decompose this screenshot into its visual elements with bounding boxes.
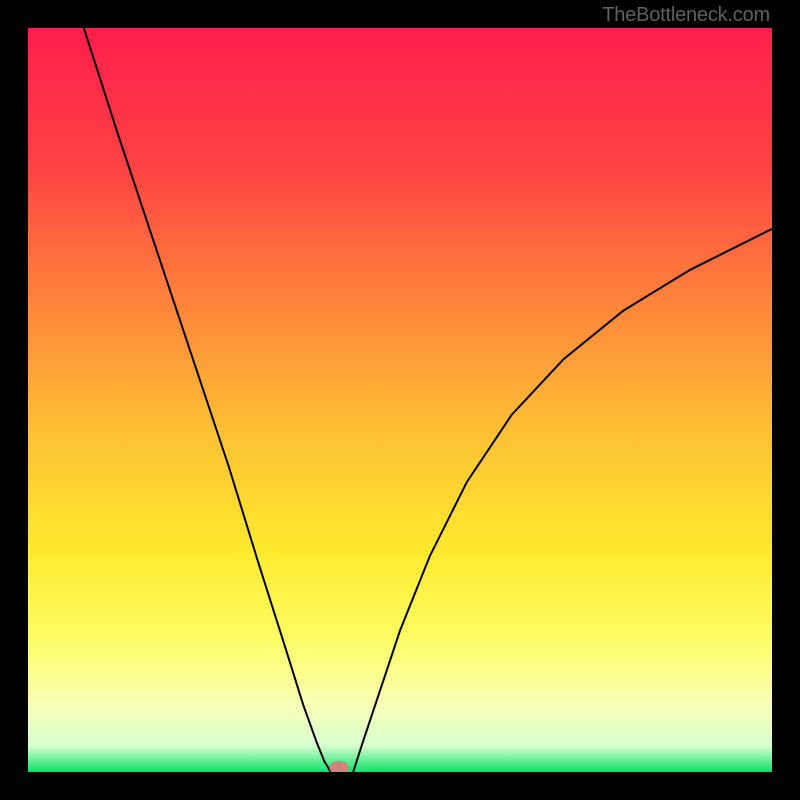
chart-frame bbox=[28, 28, 772, 772]
bottleneck-chart bbox=[28, 28, 772, 772]
watermark-text: TheBottleneck.com bbox=[602, 4, 770, 27]
gradient-background bbox=[28, 28, 772, 772]
